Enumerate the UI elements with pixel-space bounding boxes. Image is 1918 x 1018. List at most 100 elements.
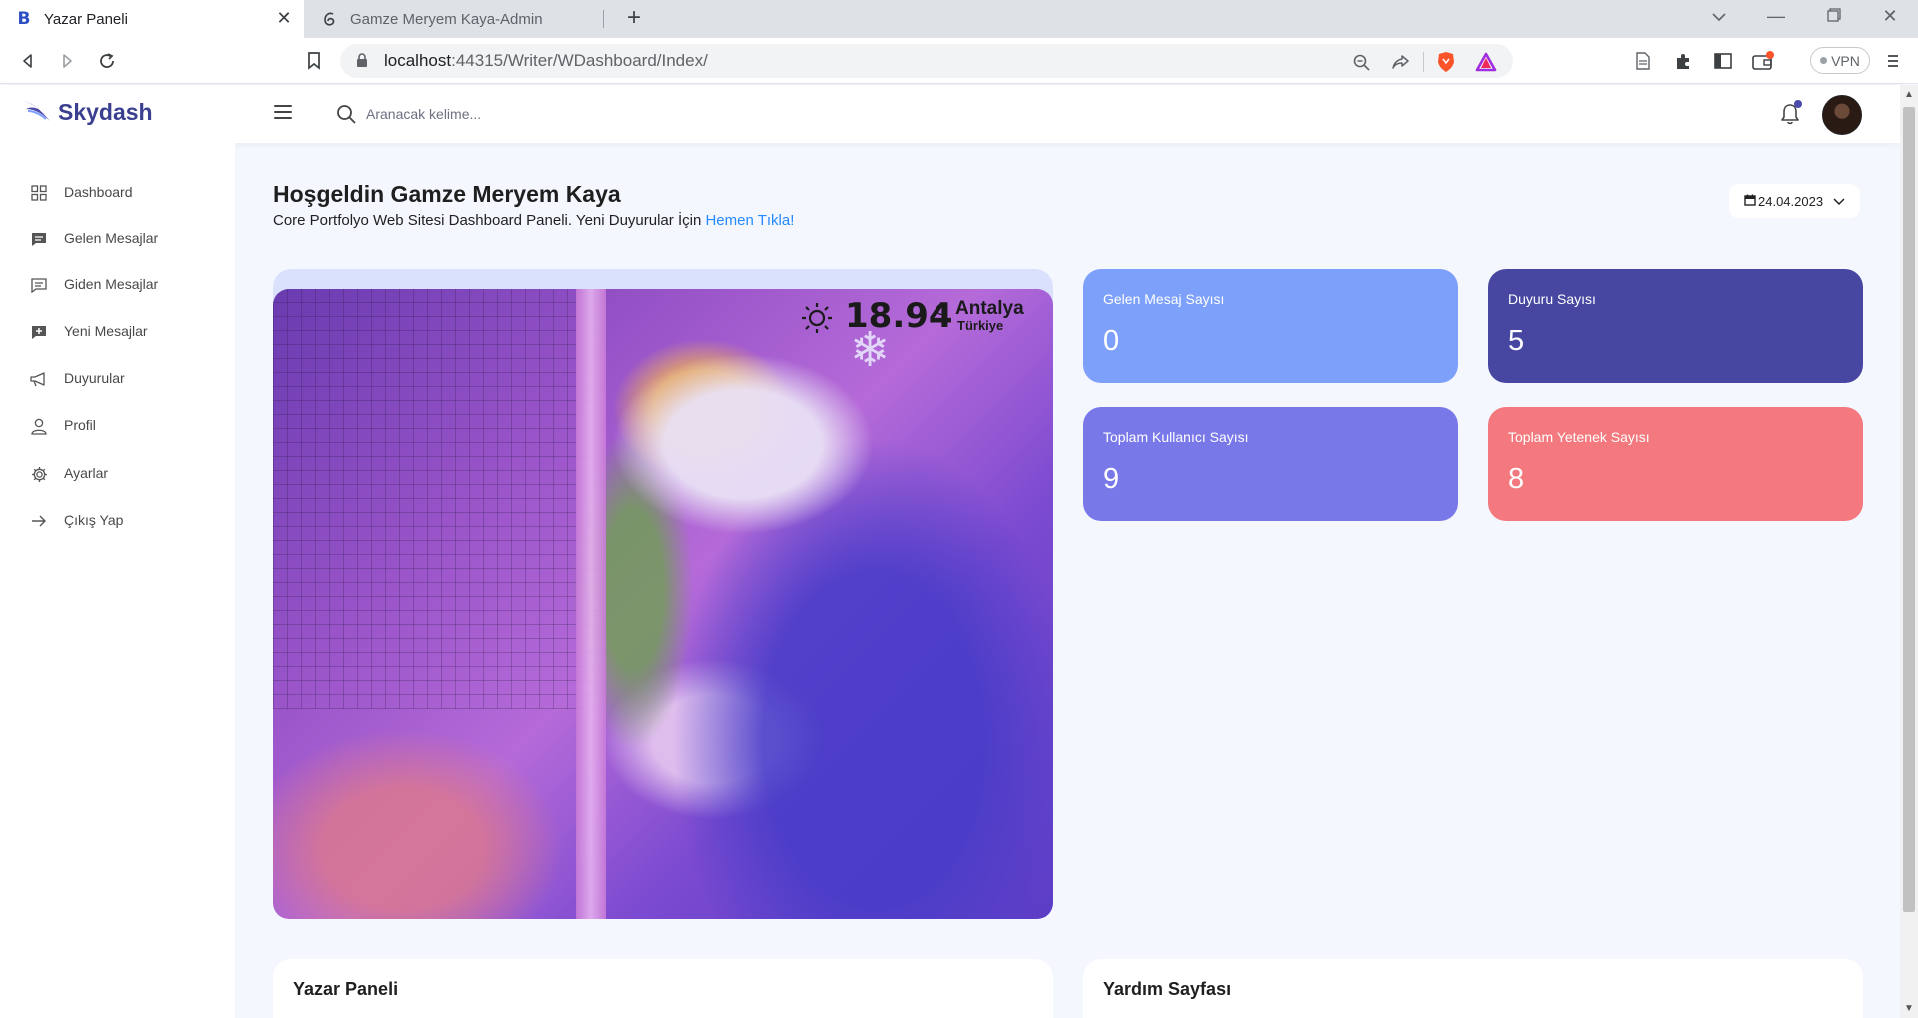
logout-arrow-icon <box>30 512 48 530</box>
sidebar-item-yeni-mesajlar[interactable]: Yeni Mesajlar <box>0 311 235 351</box>
sidebar-item-duyurular[interactable]: Duyurular <box>0 358 235 398</box>
sidebar-item-label: Ayarlar <box>64 465 109 481</box>
chevron-down-icon <box>1833 194 1845 209</box>
scrollbar-thumb[interactable] <box>1903 107 1915 912</box>
weather-unit: C <box>935 302 947 319</box>
panel-title: Yazar Paneli <box>293 979 399 999</box>
site-g-icon <box>322 11 338 27</box>
message-plus-icon <box>30 323 48 341</box>
sidebar-item-label: Dashboard <box>64 184 133 200</box>
tab-label: Yazar Paneli <box>44 10 128 28</box>
sidebar-item-ayarlar[interactable]: Ayarlar <box>0 453 235 493</box>
wallet-icon[interactable] <box>1750 48 1776 74</box>
tab-admin[interactable]: Gamze Meryem Kaya-Admin <box>306 0 604 38</box>
vpn-label: VPN <box>1831 52 1860 69</box>
stat-title: Duyuru Sayısı <box>1508 291 1596 307</box>
announcements-link[interactable]: Hemen Tıkla! <box>705 212 794 229</box>
calendar-icon <box>1744 194 1756 209</box>
sidebar-item-cikis-yap[interactable]: Çıkış Yap <box>0 500 235 540</box>
window-close-icon[interactable]: ✕ <box>1876 6 1904 27</box>
browser-toolbar: localhost:44315/Writer/WDashboard/Index/… <box>0 38 1918 84</box>
app-navbar: Skydash <box>0 85 1900 143</box>
stat-card-total-users: Toplam Kullanıcı Sayısı 9 <box>1083 407 1458 521</box>
brave-rewards-icon[interactable] <box>1475 51 1497 73</box>
vpn-status-dot <box>1820 57 1828 64</box>
extensions-icon[interactable] <box>1670 48 1696 74</box>
back-icon[interactable] <box>15 48 41 74</box>
panel-yazar-paneli: Yazar Paneli <box>273 959 1053 1018</box>
vpn-button[interactable]: VPN <box>1810 47 1870 74</box>
brand-name: Skydash <box>58 99 153 125</box>
panel-title: Yardım Sayfası <box>1103 979 1232 999</box>
tab-label: Gamze Meryem Kaya-Admin <box>350 10 543 28</box>
stat-value: 5 <box>1508 325 1525 357</box>
stat-card-announcements: Duyuru Sayısı 5 <box>1488 269 1863 383</box>
sun-icon <box>797 300 837 339</box>
search-input[interactable] <box>366 99 766 129</box>
megaphone-icon <box>30 370 48 388</box>
sidebar-item-label: Yeni Mesajlar <box>64 323 148 339</box>
tab-divider <box>603 10 604 28</box>
scroll-up-icon[interactable]: ▲ <box>1904 89 1914 100</box>
tab-search-chevron-icon[interactable] <box>1705 6 1733 27</box>
wing-logo-icon <box>22 97 52 128</box>
sidebar-item-gelen-mesajlar[interactable]: Gelen Mesajlar <box>0 218 235 258</box>
reader-mode-icon[interactable] <box>1630 48 1656 74</box>
sidebar-item-label: Çıkış Yap <box>64 512 124 528</box>
zoom-icon[interactable] <box>1350 51 1372 73</box>
bookmark-icon[interactable] <box>301 48 327 74</box>
weather-widget: 18.94 C Antalya Türkiye <box>797 296 1027 336</box>
gear-icon <box>30 465 48 483</box>
share-icon[interactable] <box>1390 51 1412 73</box>
sidebar-item-dashboard[interactable]: Dashboard <box>0 172 235 212</box>
sidebar-item-profil[interactable]: Profil <box>0 405 235 445</box>
forward-icon[interactable] <box>54 48 80 74</box>
sidebar-item-label: Duyurular <box>64 370 125 386</box>
stat-title: Gelen Mesaj Sayısı <box>1103 291 1225 307</box>
stat-card-total-skills: Toplam Yetenek Sayısı 8 <box>1488 407 1863 521</box>
menu-toggle-icon[interactable] <box>274 105 292 120</box>
stat-value: 8 <box>1508 463 1525 495</box>
avatar[interactable] <box>1822 95 1862 135</box>
browser-tab-strip: B Yazar Paneli ✕ Gamze Meryem Kaya-Admin… <box>0 0 1918 38</box>
weather-city: Antalya <box>955 298 1024 319</box>
subtitle-text: Core Portfolyo Web Sitesi Dashboard Pane… <box>273 212 702 229</box>
address-bar[interactable]: localhost:44315/Writer/WDashboard/Index/ <box>340 44 1513 78</box>
weather-country: Türkiye <box>957 318 1004 333</box>
sidebar-item-label: Giden Mesajlar <box>64 276 159 292</box>
browser-menu-icon[interactable] <box>1880 48 1906 74</box>
date-label: 24.04.2023 <box>1758 193 1824 209</box>
sidebar-item-label: Profil <box>64 417 96 433</box>
restore-icon[interactable] <box>1820 6 1848 27</box>
stat-value: 9 <box>1103 463 1120 495</box>
omnibox-divider <box>1423 52 1424 72</box>
stat-title: Toplam Yetenek Sayısı <box>1508 429 1650 445</box>
tab-yazar-paneli[interactable]: B Yazar Paneli ✕ <box>0 0 304 38</box>
grid-icon <box>30 184 48 202</box>
lock-icon <box>356 53 368 73</box>
user-icon <box>30 417 48 435</box>
weather-photo <box>273 289 1053 919</box>
stat-title: Toplam Kullanıcı Sayısı <box>1103 429 1249 445</box>
brave-shields-icon[interactable] <box>1435 51 1457 73</box>
panel-yardim-sayfasi: Yardım Sayfası <box>1083 959 1863 1018</box>
vertical-scrollbar[interactable]: ▲ ▼ <box>1900 85 1918 1018</box>
scroll-down-icon[interactable]: ▼ <box>1904 1003 1914 1014</box>
brave-b-icon: B <box>17 9 31 29</box>
page-subtitle: Core Portfolyo Web Sitesi Dashboard Pane… <box>273 212 794 229</box>
notification-dot <box>1794 100 1802 108</box>
date-picker-button[interactable]: 24.04.2023 <box>1729 184 1860 218</box>
sidebar-item-label: Gelen Mesajlar <box>64 230 159 246</box>
reload-icon[interactable] <box>94 48 120 74</box>
minimize-icon[interactable]: — <box>1762 6 1790 27</box>
sidebar-toggle-icon[interactable] <box>1710 48 1736 74</box>
brand-logo[interactable]: Skydash <box>22 97 153 128</box>
sidebar-item-giden-mesajlar[interactable]: Giden Mesajlar <box>0 264 235 304</box>
new-tab-plus-icon[interactable]: + <box>620 4 648 32</box>
stat-card-incoming-messages: Gelen Mesaj Sayısı 0 <box>1083 269 1458 383</box>
photo-pole <box>576 289 606 919</box>
snowflake-icon: ❄ <box>850 324 891 377</box>
url-text: localhost:44315/Writer/WDashboard/Index/ <box>384 51 708 70</box>
close-tab-icon[interactable]: ✕ <box>274 8 294 29</box>
photo-net-pattern <box>273 289 603 709</box>
